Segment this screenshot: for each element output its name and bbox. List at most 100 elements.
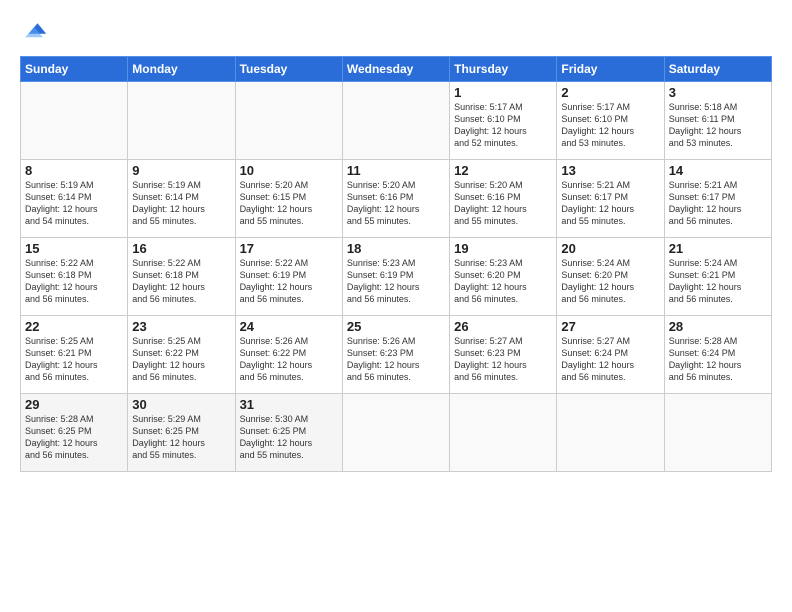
calendar-cell: 15 Sunrise: 5:22 AMSunset: 6:18 PMDaylig… (21, 238, 128, 316)
cell-text: Sunrise: 5:18 AMSunset: 6:11 PMDaylight:… (669, 102, 742, 148)
calendar-cell: 10 Sunrise: 5:20 AMSunset: 6:15 PMDaylig… (235, 160, 342, 238)
calendar-cell (450, 394, 557, 472)
calendar-cell: 9 Sunrise: 5:19 AMSunset: 6:14 PMDayligh… (128, 160, 235, 238)
day-number: 15 (25, 241, 123, 256)
day-header: Thursday (450, 57, 557, 82)
calendar-week-row: 1 Sunrise: 5:17 AMSunset: 6:10 PMDayligh… (21, 82, 772, 160)
day-number: 19 (454, 241, 552, 256)
day-number: 10 (240, 163, 338, 178)
cell-text: Sunrise: 5:25 AMSunset: 6:22 PMDaylight:… (132, 336, 205, 382)
logo-icon (20, 18, 48, 46)
cell-text: Sunrise: 5:29 AMSunset: 6:25 PMDaylight:… (132, 414, 205, 460)
calendar-cell: 19 Sunrise: 5:23 AMSunset: 6:20 PMDaylig… (450, 238, 557, 316)
calendar-cell: 21 Sunrise: 5:24 AMSunset: 6:21 PMDaylig… (664, 238, 771, 316)
day-number: 24 (240, 319, 338, 334)
logo (20, 18, 52, 46)
day-number: 18 (347, 241, 445, 256)
calendar-cell: 13 Sunrise: 5:21 AMSunset: 6:17 PMDaylig… (557, 160, 664, 238)
day-header: Friday (557, 57, 664, 82)
day-number: 21 (669, 241, 767, 256)
calendar-body: 1 Sunrise: 5:17 AMSunset: 6:10 PMDayligh… (21, 82, 772, 472)
cell-text: Sunrise: 5:21 AMSunset: 6:17 PMDaylight:… (561, 180, 634, 226)
calendar-cell (235, 82, 342, 160)
cell-text: Sunrise: 5:28 AMSunset: 6:24 PMDaylight:… (669, 336, 742, 382)
cell-text: Sunrise: 5:21 AMSunset: 6:17 PMDaylight:… (669, 180, 742, 226)
cell-text: Sunrise: 5:19 AMSunset: 6:14 PMDaylight:… (132, 180, 205, 226)
calendar-cell: 3 Sunrise: 5:18 AMSunset: 6:11 PMDayligh… (664, 82, 771, 160)
calendar-week-row: 29 Sunrise: 5:28 AMSunset: 6:25 PMDaylig… (21, 394, 772, 472)
calendar-cell (21, 82, 128, 160)
day-header: Wednesday (342, 57, 449, 82)
calendar-cell: 28 Sunrise: 5:28 AMSunset: 6:24 PMDaylig… (664, 316, 771, 394)
calendar-table: SundayMondayTuesdayWednesdayThursdayFrid… (20, 56, 772, 472)
cell-text: Sunrise: 5:26 AMSunset: 6:22 PMDaylight:… (240, 336, 313, 382)
day-number: 1 (454, 85, 552, 100)
calendar-week-row: 15 Sunrise: 5:22 AMSunset: 6:18 PMDaylig… (21, 238, 772, 316)
page: SundayMondayTuesdayWednesdayThursdayFrid… (0, 0, 792, 612)
day-header: Saturday (664, 57, 771, 82)
day-number: 29 (25, 397, 123, 412)
day-number: 25 (347, 319, 445, 334)
cell-text: Sunrise: 5:25 AMSunset: 6:21 PMDaylight:… (25, 336, 98, 382)
day-header: Sunday (21, 57, 128, 82)
cell-text: Sunrise: 5:17 AMSunset: 6:10 PMDaylight:… (561, 102, 634, 148)
day-number: 26 (454, 319, 552, 334)
calendar-cell: 26 Sunrise: 5:27 AMSunset: 6:23 PMDaylig… (450, 316, 557, 394)
header (20, 18, 772, 46)
calendar-cell: 27 Sunrise: 5:27 AMSunset: 6:24 PMDaylig… (557, 316, 664, 394)
calendar-cell (342, 394, 449, 472)
cell-text: Sunrise: 5:28 AMSunset: 6:25 PMDaylight:… (25, 414, 98, 460)
day-number: 22 (25, 319, 123, 334)
calendar-cell (664, 394, 771, 472)
cell-text: Sunrise: 5:27 AMSunset: 6:23 PMDaylight:… (454, 336, 527, 382)
day-header: Monday (128, 57, 235, 82)
day-number: 14 (669, 163, 767, 178)
calendar-cell: 20 Sunrise: 5:24 AMSunset: 6:20 PMDaylig… (557, 238, 664, 316)
calendar-cell: 2 Sunrise: 5:17 AMSunset: 6:10 PMDayligh… (557, 82, 664, 160)
day-number: 16 (132, 241, 230, 256)
calendar-header-row: SundayMondayTuesdayWednesdayThursdayFrid… (21, 57, 772, 82)
cell-text: Sunrise: 5:22 AMSunset: 6:18 PMDaylight:… (25, 258, 98, 304)
day-number: 30 (132, 397, 230, 412)
calendar-cell: 23 Sunrise: 5:25 AMSunset: 6:22 PMDaylig… (128, 316, 235, 394)
day-number: 2 (561, 85, 659, 100)
calendar-cell: 12 Sunrise: 5:20 AMSunset: 6:16 PMDaylig… (450, 160, 557, 238)
calendar-cell: 24 Sunrise: 5:26 AMSunset: 6:22 PMDaylig… (235, 316, 342, 394)
calendar-cell: 30 Sunrise: 5:29 AMSunset: 6:25 PMDaylig… (128, 394, 235, 472)
cell-text: Sunrise: 5:27 AMSunset: 6:24 PMDaylight:… (561, 336, 634, 382)
cell-text: Sunrise: 5:22 AMSunset: 6:19 PMDaylight:… (240, 258, 313, 304)
calendar-cell: 22 Sunrise: 5:25 AMSunset: 6:21 PMDaylig… (21, 316, 128, 394)
calendar-week-row: 22 Sunrise: 5:25 AMSunset: 6:21 PMDaylig… (21, 316, 772, 394)
day-header: Tuesday (235, 57, 342, 82)
calendar-cell: 31 Sunrise: 5:30 AMSunset: 6:25 PMDaylig… (235, 394, 342, 472)
calendar-cell: 17 Sunrise: 5:22 AMSunset: 6:19 PMDaylig… (235, 238, 342, 316)
day-number: 23 (132, 319, 230, 334)
calendar-cell: 16 Sunrise: 5:22 AMSunset: 6:18 PMDaylig… (128, 238, 235, 316)
cell-text: Sunrise: 5:26 AMSunset: 6:23 PMDaylight:… (347, 336, 420, 382)
cell-text: Sunrise: 5:22 AMSunset: 6:18 PMDaylight:… (132, 258, 205, 304)
day-number: 20 (561, 241, 659, 256)
calendar-cell: 25 Sunrise: 5:26 AMSunset: 6:23 PMDaylig… (342, 316, 449, 394)
calendar-cell: 1 Sunrise: 5:17 AMSunset: 6:10 PMDayligh… (450, 82, 557, 160)
cell-text: Sunrise: 5:17 AMSunset: 6:10 PMDaylight:… (454, 102, 527, 148)
calendar-cell: 18 Sunrise: 5:23 AMSunset: 6:19 PMDaylig… (342, 238, 449, 316)
calendar-cell (557, 394, 664, 472)
calendar-cell (128, 82, 235, 160)
day-number: 3 (669, 85, 767, 100)
day-number: 13 (561, 163, 659, 178)
cell-text: Sunrise: 5:20 AMSunset: 6:16 PMDaylight:… (347, 180, 420, 226)
day-number: 11 (347, 163, 445, 178)
cell-text: Sunrise: 5:24 AMSunset: 6:21 PMDaylight:… (669, 258, 742, 304)
day-number: 17 (240, 241, 338, 256)
cell-text: Sunrise: 5:30 AMSunset: 6:25 PMDaylight:… (240, 414, 313, 460)
cell-text: Sunrise: 5:23 AMSunset: 6:20 PMDaylight:… (454, 258, 527, 304)
cell-text: Sunrise: 5:24 AMSunset: 6:20 PMDaylight:… (561, 258, 634, 304)
cell-text: Sunrise: 5:23 AMSunset: 6:19 PMDaylight:… (347, 258, 420, 304)
calendar-cell: 8 Sunrise: 5:19 AMSunset: 6:14 PMDayligh… (21, 160, 128, 238)
calendar-cell (342, 82, 449, 160)
day-number: 27 (561, 319, 659, 334)
calendar-week-row: 8 Sunrise: 5:19 AMSunset: 6:14 PMDayligh… (21, 160, 772, 238)
cell-text: Sunrise: 5:20 AMSunset: 6:15 PMDaylight:… (240, 180, 313, 226)
calendar-cell: 29 Sunrise: 5:28 AMSunset: 6:25 PMDaylig… (21, 394, 128, 472)
day-number: 8 (25, 163, 123, 178)
